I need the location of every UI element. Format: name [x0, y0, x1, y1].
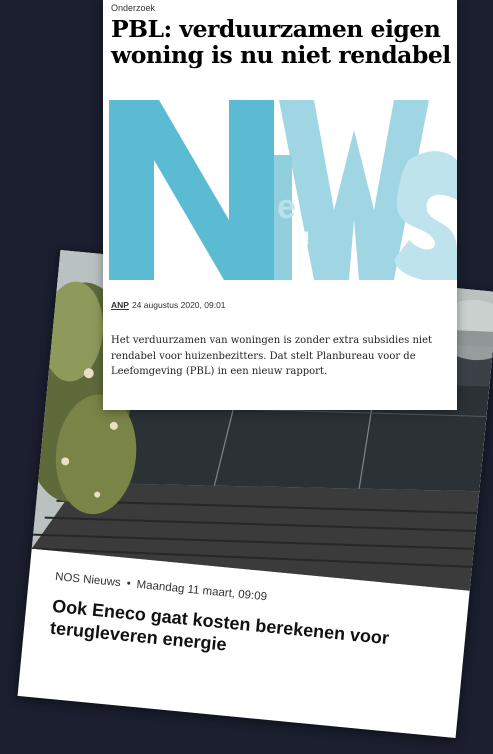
nos-source: NOS Nieuws: [54, 570, 122, 590]
article-headline[interactable]: PBL: verduurzamen eigen woning is nu nie…: [111, 16, 456, 69]
article-category[interactable]: Onderzoek: [111, 3, 155, 13]
nos-date: Maandag 11 maart, 09:09: [136, 578, 268, 604]
agency-link[interactable]: ANP: [111, 300, 129, 310]
anp-news-card[interactable]: Onderzoek PBL: verduurzamen eigen woning…: [103, 0, 457, 410]
nieuws-logo: e u: [109, 100, 457, 280]
article-body: Het verduurzamen van woningen is zonder …: [111, 335, 433, 377]
separator-dot: •: [126, 577, 132, 591]
article-date: 24 augustus 2020, 09:01: [131, 300, 226, 310]
svg-text:u: u: [294, 221, 310, 251]
nieuws-logo-graphic: e u: [109, 100, 457, 280]
nos-headline[interactable]: Ook Eneco gaat kosten berekenen voor ter…: [49, 596, 446, 677]
article-byline: ANP 24 augustus 2020, 09:01: [111, 300, 226, 310]
